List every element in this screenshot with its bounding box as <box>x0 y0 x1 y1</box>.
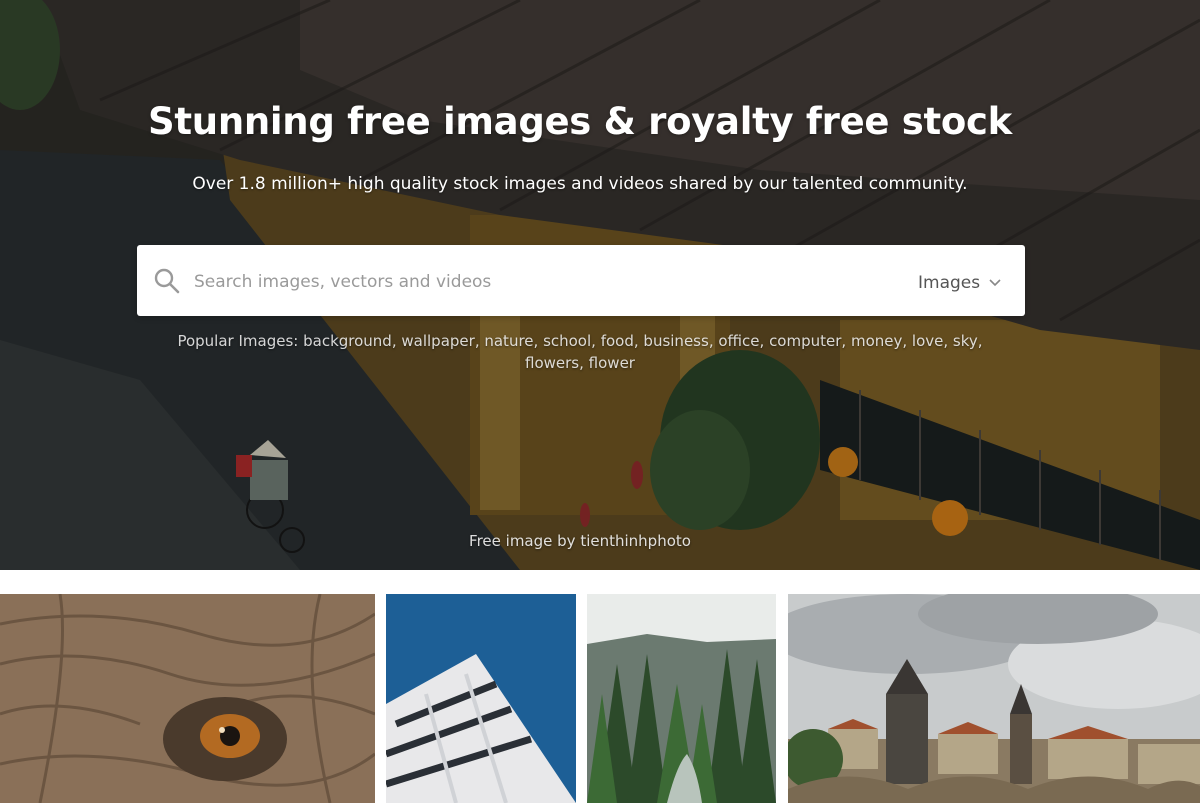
popular-tag-school[interactable]: school <box>543 332 591 350</box>
search-type-selected: Images <box>918 273 981 293</box>
popular-tag-flower[interactable]: flower <box>589 354 635 372</box>
popular-tag-nature[interactable]: nature <box>484 332 533 350</box>
search-icon[interactable] <box>152 266 182 296</box>
hero-banner: Stunning free images & royalty free stoc… <box>0 0 1200 570</box>
popular-tag-wallpaper[interactable]: wallpaper <box>401 332 474 350</box>
popular-tag-flowers[interactable]: flowers <box>525 354 579 372</box>
credit-author-link[interactable]: tienthinhphoto <box>580 532 691 550</box>
popular-label: Popular Images: <box>177 332 299 350</box>
popular-tag-office[interactable]: office <box>718 332 759 350</box>
chevron-down-icon <box>989 279 1001 287</box>
popular-tag-computer[interactable]: computer <box>769 332 841 350</box>
popular-tags: Popular Images: background, wallpaper, n… <box>177 332 983 372</box>
credit-prefix: Free image by <box>469 532 581 550</box>
popular-tag-food[interactable]: food <box>601 332 634 350</box>
popular-tag-business[interactable]: business <box>643 332 708 350</box>
page-title: Stunning free images & royalty free stoc… <box>148 100 1012 143</box>
gallery-item-elephant[interactable] <box>0 594 375 803</box>
gallery-item-building[interactable] <box>386 594 576 803</box>
popular-tag-sky[interactable]: sky <box>953 332 978 350</box>
image-gallery <box>0 594 1200 803</box>
gallery-item-forest[interactable] <box>587 594 776 803</box>
popular-tag-love[interactable]: love <box>912 332 943 350</box>
gallery-item-city[interactable] <box>788 594 1200 803</box>
search-input[interactable] <box>192 264 896 300</box>
search-type-dropdown[interactable]: Images <box>918 268 1002 298</box>
page-subtitle: Over 1.8 million+ high quality stock ima… <box>192 174 968 194</box>
popular-tag-money[interactable]: money <box>851 332 902 350</box>
popular-tag-background[interactable]: background <box>303 332 392 350</box>
image-credit: Free image by tienthinhphoto <box>0 532 1160 550</box>
